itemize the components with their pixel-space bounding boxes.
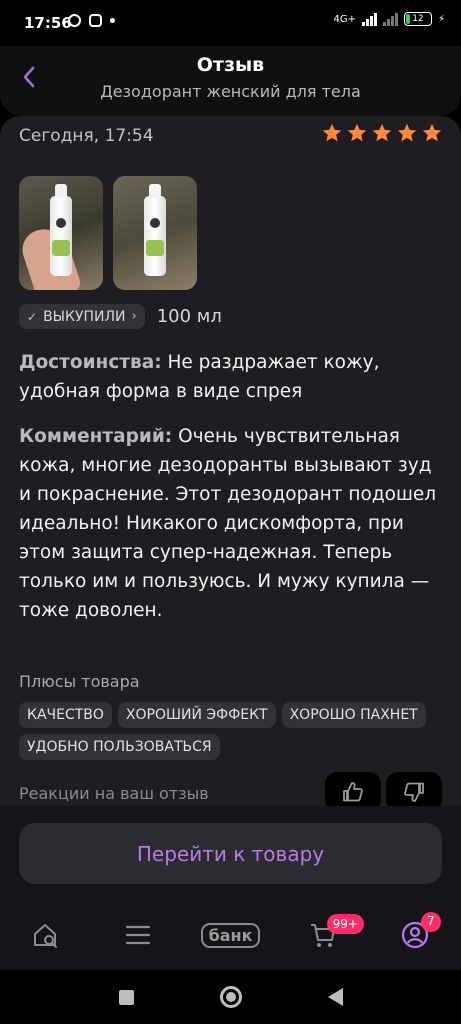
comment-label: Комментарий: xyxy=(19,426,173,447)
like-button[interactable] xyxy=(325,772,381,806)
pluses-tags: КАЧЕСТВО ХОРОШИЙ ЭФФЕКТ ХОРОШО ПАХНЕТ УД… xyxy=(19,702,449,760)
star-icon xyxy=(422,123,442,142)
chevron-right-icon: › xyxy=(131,309,137,324)
profile-count-badge: 7 xyxy=(420,912,441,932)
status-right: 4G+ 12 ⚡ xyxy=(333,12,445,26)
review-date: Сегодня, 17:54 xyxy=(19,126,154,146)
tag-quality: КАЧЕСТВО xyxy=(19,702,112,728)
tab-profile[interactable]: 7 xyxy=(369,900,461,970)
home-search-icon xyxy=(34,924,58,948)
dislike-button[interactable] xyxy=(386,772,442,806)
signal-icon xyxy=(361,12,377,26)
star-icon xyxy=(372,123,392,142)
page-title: Отзыв xyxy=(196,54,265,76)
more-notifications-icon xyxy=(110,18,115,23)
review-card: Сегодня, 17:54 ✓ ВЫКУПИЛИ › 100 мл Досто… xyxy=(0,116,461,806)
star-icon xyxy=(347,123,367,142)
header: Отзыв Дезодорант женский для тела xyxy=(0,46,461,116)
tag-smells-good: ХОРОШО ПАХНЕТ xyxy=(281,702,426,728)
tab-bar: банк 99+ 7 xyxy=(0,900,461,970)
reactions-label: Реакции на ваш отзыв xyxy=(19,784,209,803)
status-time: 17:56 xyxy=(24,14,72,32)
thumbs-down-icon xyxy=(404,782,424,802)
app-notification-icon xyxy=(89,14,102,27)
review-photo[interactable] xyxy=(19,176,103,290)
check-icon: ✓ xyxy=(27,309,38,324)
battery-icon: 12 xyxy=(403,12,432,26)
system-nav-bar xyxy=(0,970,461,1024)
advantages: Достоинства: Не раздражает кожу, удобная… xyxy=(19,348,439,406)
menu-icon xyxy=(126,925,151,945)
status-bar: 17:56 4G+ 12 ⚡ xyxy=(0,0,461,46)
tab-catalog[interactable] xyxy=(92,900,184,970)
battery-level: 12 xyxy=(412,14,424,24)
home-button[interactable] xyxy=(219,986,242,1008)
network-label: 4G+ xyxy=(333,13,356,25)
tab-bank[interactable]: банк xyxy=(184,900,276,970)
tab-cart[interactable]: 99+ xyxy=(277,900,369,970)
comment-text: Очень чувствительная кожа, многие дезодо… xyxy=(19,426,437,621)
star-icon xyxy=(322,123,342,142)
go-to-product-button[interactable]: Перейти к товару xyxy=(19,823,442,884)
star-icon xyxy=(397,123,417,142)
cart-count-badge: 99+ xyxy=(326,914,364,934)
review-photo[interactable] xyxy=(113,176,197,290)
pluses-title: Плюсы товара xyxy=(19,672,140,691)
comment: Комментарий: Очень чувствительная кожа, … xyxy=(19,422,439,625)
product-name: Дезодорант женский для тела xyxy=(100,82,361,101)
tag-easy-to-use: УДОБНО ПОЛЬЗОВАТЬСЯ xyxy=(19,734,220,760)
charging-icon: ⚡ xyxy=(437,13,445,25)
signal-2-icon xyxy=(382,12,398,26)
system-back-button[interactable] xyxy=(327,988,343,1006)
bank-label: банк xyxy=(200,922,261,948)
notification-icons xyxy=(68,14,115,27)
tab-home[interactable] xyxy=(0,900,92,970)
recent-apps-button[interactable] xyxy=(118,989,134,1005)
chat-notification-icon xyxy=(68,14,81,27)
tag-good-effect: ХОРОШИЙ ЭФФЕКТ xyxy=(117,702,276,728)
purchase-row: ✓ ВЫКУПИЛИ › 100 мл xyxy=(19,304,222,329)
thumbs-up-icon xyxy=(343,782,363,802)
purchased-badge[interactable]: ✓ ВЫКУПИЛИ › xyxy=(19,304,145,329)
rating-stars xyxy=(321,122,443,144)
review-photos xyxy=(19,176,197,290)
advantages-label: Достоинства: xyxy=(19,352,162,373)
product-volume: 100 мл xyxy=(156,306,222,327)
purchased-label: ВЫКУПИЛИ xyxy=(43,308,126,325)
